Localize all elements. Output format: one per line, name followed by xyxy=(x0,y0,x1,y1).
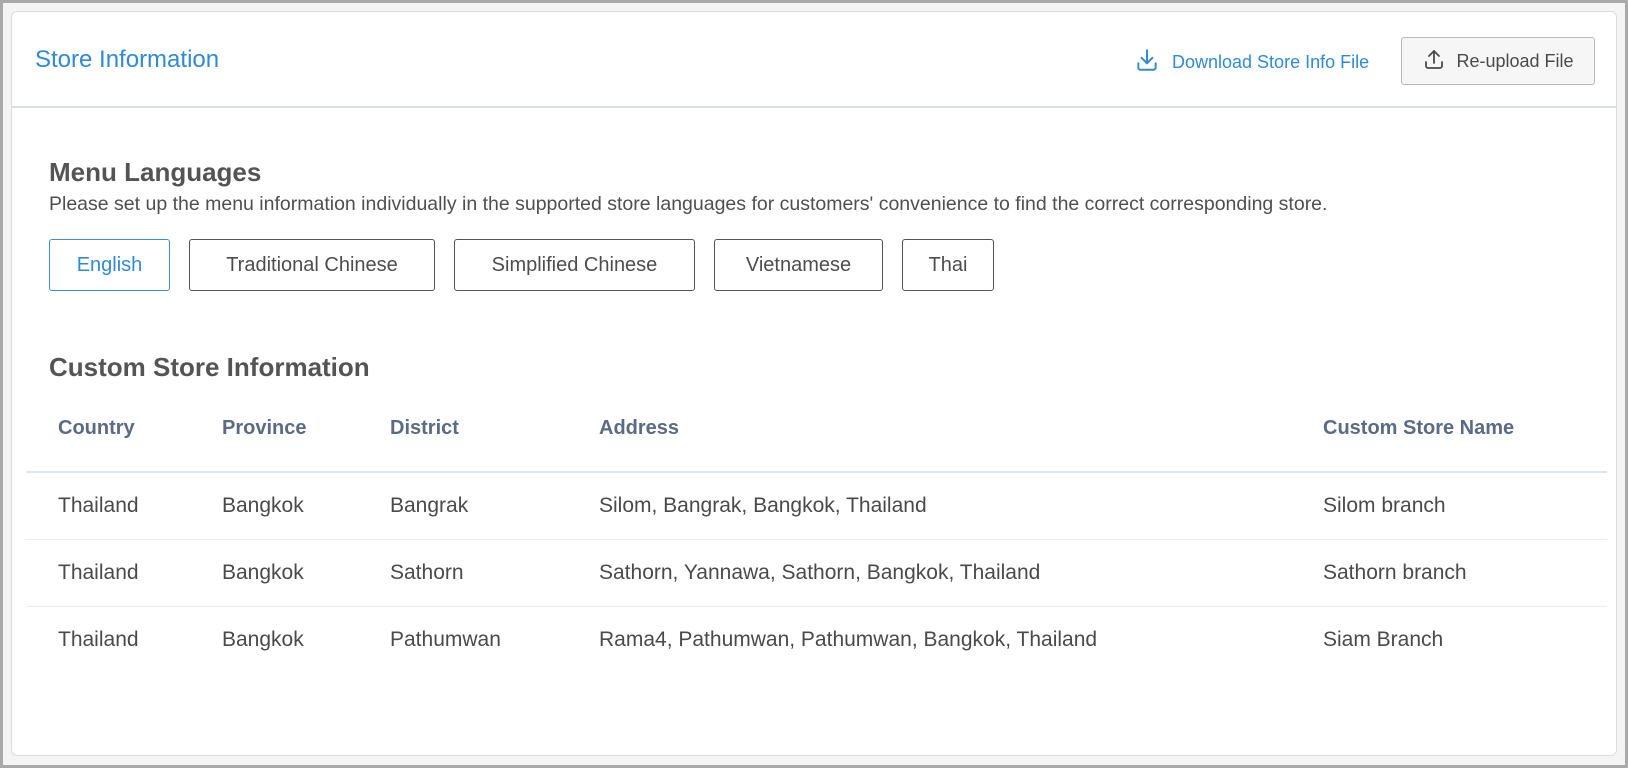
cell-custom-store-name: Silom branch xyxy=(1323,494,1446,517)
download-label: Download Store Info File xyxy=(1172,52,1370,72)
page-title: Store Information xyxy=(35,46,220,73)
cell-address: Rama4, Pathumwan, Pathumwan, Bangkok, Th… xyxy=(599,628,1098,651)
cell-district: Pathumwan xyxy=(390,628,501,651)
upload-icon xyxy=(1422,47,1446,76)
table-row: Thailand Bangkok Bangrak Silom, Bangrak,… xyxy=(26,473,1607,540)
menu-languages-description: Please set up the menu information indiv… xyxy=(49,193,1328,215)
table-header: Country Province District Address Custom… xyxy=(26,397,1607,473)
language-tab-vietnamese[interactable]: Vietnamese xyxy=(714,239,883,291)
language-tab-english[interactable]: English xyxy=(49,239,170,291)
cell-address: Sathorn, Yannawa, Sathorn, Bangkok, Thai… xyxy=(599,561,1041,584)
download-icon xyxy=(1134,47,1160,78)
table-row: Thailand Bangkok Sathorn Sathorn, Yannaw… xyxy=(26,540,1607,607)
column-header-custom-store-name: Custom Store Name xyxy=(1323,417,1515,439)
cell-province: Bangkok xyxy=(222,628,304,651)
cell-country: Thailand xyxy=(58,628,139,651)
table-row: Thailand Bangkok Pathumwan Rama4, Pathum… xyxy=(26,607,1607,673)
menu-languages-title: Menu Languages xyxy=(49,157,262,187)
cell-address: Silom, Bangrak, Bangkok, Thailand xyxy=(599,494,927,517)
column-header-country: Country xyxy=(58,417,135,439)
column-header-address: Address xyxy=(599,417,680,439)
reupload-label: Re-upload File xyxy=(1456,50,1574,71)
cell-country: Thailand xyxy=(58,494,139,517)
app-frame: Store Information Download Store Info Fi… xyxy=(3,3,1625,765)
download-store-info-link[interactable]: Download Store Info File xyxy=(1134,47,1369,78)
cell-district: Bangrak xyxy=(390,494,469,517)
cell-district: Sathorn xyxy=(390,561,464,584)
cell-country: Thailand xyxy=(58,561,139,584)
cell-province: Bangkok xyxy=(222,561,304,584)
column-header-province: Province xyxy=(222,417,307,439)
cell-province: Bangkok xyxy=(222,494,304,517)
cell-custom-store-name: Sathorn branch xyxy=(1323,561,1467,584)
reupload-file-button[interactable]: Re-upload File xyxy=(1401,37,1595,85)
language-tab-simplified-chinese[interactable]: Simplified Chinese xyxy=(454,239,695,291)
language-tab-thai[interactable]: Thai xyxy=(902,239,994,291)
card-header: Store Information Download Store Info Fi… xyxy=(12,12,1616,108)
store-information-card: Store Information Download Store Info Fi… xyxy=(11,11,1617,756)
custom-store-title: Custom Store Information xyxy=(49,352,370,382)
language-tab-traditional-chinese[interactable]: Traditional Chinese xyxy=(189,239,435,291)
column-header-district: District xyxy=(390,417,459,439)
cell-custom-store-name: Siam Branch xyxy=(1323,628,1444,651)
custom-store-table: Country Province District Address Custom… xyxy=(26,397,1607,673)
